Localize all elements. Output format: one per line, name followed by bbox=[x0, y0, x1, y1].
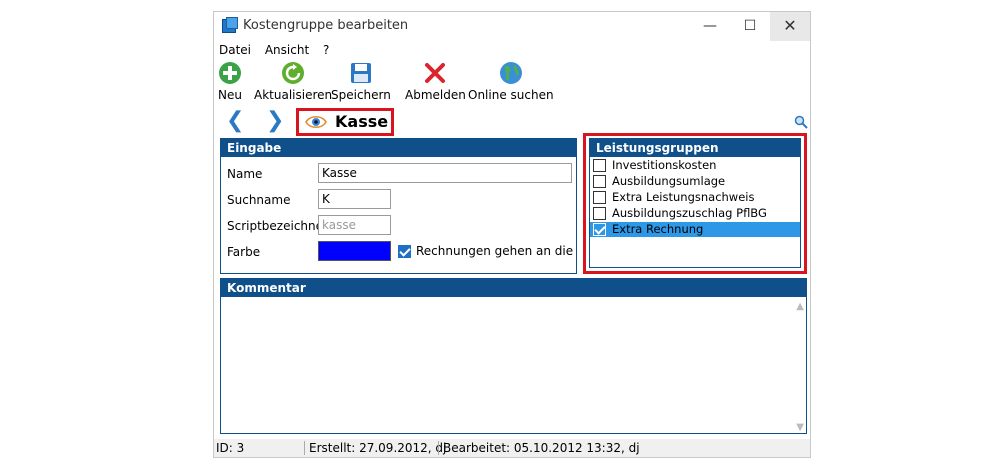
record-name: Kasse bbox=[335, 112, 389, 131]
eye-icon bbox=[305, 116, 327, 128]
checkbox[interactable] bbox=[593, 191, 606, 204]
forward-arrow-icon[interactable]: ❯ bbox=[266, 110, 284, 132]
status-edited: Bearbeitet: 05.10.2012 13:32, dj bbox=[443, 441, 640, 455]
maximize-button[interactable]: ☐ bbox=[730, 12, 770, 41]
list-item[interactable]: Extra Leistungsnachweis bbox=[590, 190, 800, 205]
status-id: ID: 3 bbox=[216, 441, 245, 455]
minimize-button[interactable]: — bbox=[690, 12, 730, 41]
suchname-input[interactable]: K bbox=[318, 189, 391, 209]
scroll-up-icon[interactable]: ▲ bbox=[796, 301, 804, 312]
list-item-label: Extra Leistungsnachweis bbox=[612, 190, 755, 204]
list-item[interactable]: Ausbildungszuschlag PflBG bbox=[590, 206, 800, 221]
checkbox[interactable] bbox=[593, 207, 606, 220]
menu-datei[interactable]: Datei bbox=[219, 43, 251, 57]
record-title-box: Kasse bbox=[296, 108, 394, 136]
menu-ansicht[interactable]: Ansicht bbox=[265, 43, 309, 57]
suchname-label: Suchname bbox=[227, 193, 291, 207]
refresh-icon bbox=[282, 62, 305, 84]
logout-button[interactable]: Abmelden bbox=[405, 61, 466, 102]
toolbar: Neu Aktualisieren Speichern Abmelden Onl… bbox=[214, 61, 810, 107]
leistungsgruppen-title: Leistungsgruppen bbox=[590, 139, 800, 157]
list-item[interactable]: Investitionskosten bbox=[590, 158, 800, 173]
close-x-icon bbox=[425, 63, 446, 83]
save-icon bbox=[350, 63, 371, 83]
back-arrow-icon[interactable]: ❮ bbox=[226, 110, 244, 132]
add-icon bbox=[219, 62, 241, 84]
script-label: Scriptbezeichner bbox=[227, 219, 328, 233]
list-item-label: Ausbildungsumlage bbox=[612, 174, 726, 188]
farbe-label: Farbe bbox=[227, 245, 261, 259]
input-panel: Eingabe Name Kasse Suchname K Scriptbeze… bbox=[220, 138, 577, 274]
rechnungen-label: Rechnungen gehen an die Kasse bbox=[416, 244, 576, 258]
save-button[interactable]: Speichern bbox=[331, 61, 391, 102]
new-button[interactable]: Neu bbox=[218, 61, 242, 102]
status-divider bbox=[304, 441, 305, 455]
list-item-label: Extra Rechnung bbox=[612, 222, 704, 236]
app-icon bbox=[222, 17, 238, 33]
online-search-button[interactable]: Online suchen bbox=[468, 61, 554, 102]
checkbox[interactable] bbox=[593, 159, 606, 172]
leistungsgruppen-panel: Leistungsgruppen Investitionskosten Ausb… bbox=[589, 138, 801, 268]
save-label: Speichern bbox=[331, 88, 391, 102]
color-picker[interactable] bbox=[318, 241, 391, 261]
edit-window: Kostengruppe bearbeiten — ☐ ✕ Datei Ansi… bbox=[213, 11, 811, 458]
list-item-label: Ausbildungszuschlag PflBG bbox=[612, 206, 767, 220]
list-item-selected[interactable]: Extra Rechnung bbox=[590, 222, 800, 237]
status-created: Erstellt: 27.09.2012, dj bbox=[309, 441, 447, 455]
refresh-button[interactable]: Aktualisieren bbox=[254, 61, 332, 102]
name-input[interactable]: Kasse bbox=[318, 163, 572, 183]
checkbox[interactable] bbox=[593, 175, 606, 188]
leistungsgruppen-highlight: Leistungsgruppen Investitionskosten Ausb… bbox=[583, 133, 807, 274]
name-label: Name bbox=[227, 167, 263, 181]
comment-textarea[interactable] bbox=[221, 297, 791, 433]
refresh-label: Aktualisieren bbox=[254, 88, 333, 102]
globe-icon bbox=[499, 62, 522, 84]
new-label: Neu bbox=[218, 88, 242, 102]
input-panel-title: Eingabe bbox=[221, 139, 576, 157]
title-bar: Kostengruppe bearbeiten — ☐ ✕ bbox=[214, 12, 810, 41]
window-title: Kostengruppe bearbeiten bbox=[243, 18, 409, 33]
list-item[interactable]: Ausbildungsumlage bbox=[590, 174, 800, 189]
menu-help[interactable]: ? bbox=[323, 43, 329, 57]
comment-panel-title: Kommentar bbox=[221, 279, 806, 297]
list-item-label: Investitionskosten bbox=[612, 158, 717, 172]
search-icon[interactable] bbox=[794, 115, 808, 129]
scroll-down-icon[interactable]: ▼ bbox=[796, 422, 804, 433]
menu-bar: Datei Ansicht ? bbox=[219, 43, 339, 59]
close-button[interactable]: ✕ bbox=[770, 12, 810, 41]
rechnungen-checkbox[interactable] bbox=[398, 245, 411, 258]
status-divider bbox=[438, 441, 439, 455]
script-input[interactable]: kasse bbox=[318, 215, 391, 235]
online-search-label: Online suchen bbox=[468, 88, 554, 102]
comment-panel: Kommentar ▲ ▼ bbox=[220, 278, 807, 434]
checkbox[interactable] bbox=[593, 223, 606, 236]
status-bar: ID: 3 Erstellt: 27.09.2012, dj Bearbeite… bbox=[214, 439, 810, 457]
navigation-row: ❮ ❯ Kasse bbox=[214, 108, 810, 136]
logout-label: Abmelden bbox=[405, 88, 466, 102]
